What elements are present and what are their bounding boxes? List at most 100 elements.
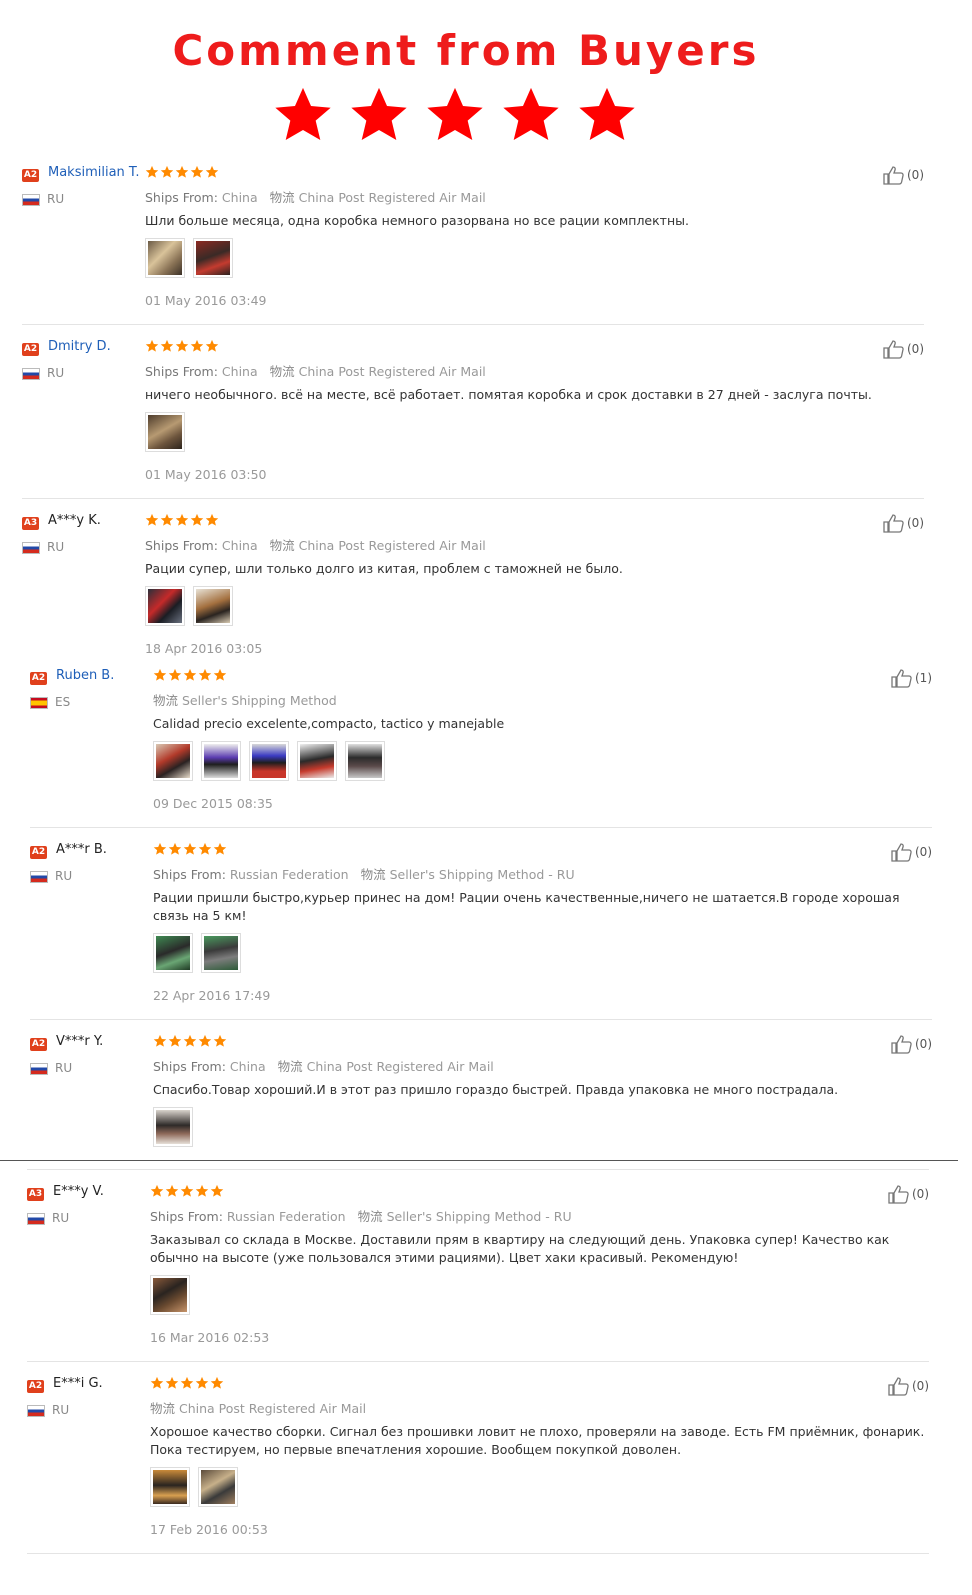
review-text: Шли больше месяца, одна коробка немного … <box>145 213 689 228</box>
ships-from-value: China <box>221 364 258 379</box>
shipping-info: Ships From: Russian Federation 物流 Seller'… <box>153 864 575 883</box>
like-button[interactable]: (0) <box>883 165 943 185</box>
star-icon <box>160 513 174 526</box>
ships-from-value: China <box>221 538 258 553</box>
rating-stars <box>153 1034 233 1050</box>
shipping-info: Ships From: China 物流 China Post Registere… <box>145 361 486 380</box>
rating-stars <box>145 513 225 529</box>
buyer-country: RU <box>47 366 65 380</box>
buyer-name[interactable]: Dmitry D. <box>48 339 111 354</box>
review-photo[interactable] <box>297 741 337 781</box>
ships-from-value: China <box>221 190 258 205</box>
star-icon <box>145 339 159 352</box>
star-icon <box>210 1184 224 1197</box>
review-photos <box>150 1467 238 1507</box>
review-photo[interactable] <box>145 586 185 626</box>
review-photo[interactable] <box>153 1107 193 1147</box>
star-icon <box>153 1034 167 1047</box>
star-icon <box>150 1376 164 1389</box>
section-divider <box>0 1160 958 1161</box>
review-photo[interactable] <box>145 238 185 278</box>
buyer-country: RU <box>47 192 65 206</box>
flag-icon <box>27 1405 45 1417</box>
flag-icon <box>22 368 40 380</box>
thumbs-up-icon <box>883 340 904 359</box>
ships-from-value: China <box>229 1059 266 1074</box>
star-icon <box>183 668 197 681</box>
like-button[interactable]: (0) <box>888 1184 948 1204</box>
flag-icon <box>30 1063 48 1075</box>
ships-from-value: Russian Federation <box>229 867 349 882</box>
like-count: (0) <box>912 1379 929 1393</box>
shipping-info: Ships From: China 物流 China Post Registere… <box>145 535 486 554</box>
review-photo[interactable] <box>345 741 385 781</box>
buyer-level-badge: A2 <box>22 169 39 182</box>
review-photo[interactable] <box>193 238 233 278</box>
like-count: (0) <box>907 168 924 182</box>
star-icon <box>213 1034 227 1047</box>
review-photo[interactable] <box>201 741 241 781</box>
star-icon <box>168 668 182 681</box>
logistics-label: 物流 <box>269 538 295 553</box>
review-photo[interactable] <box>150 1467 190 1507</box>
star-icon <box>180 1376 194 1389</box>
buyer-level-badge: A2 <box>22 343 39 356</box>
logistics-label: 物流 <box>269 190 295 205</box>
star-icon <box>195 1376 209 1389</box>
review-photo[interactable] <box>145 412 185 452</box>
logistics-label: 物流 <box>277 1059 303 1074</box>
buyer-name: A***r B. <box>56 842 107 857</box>
review-photo[interactable] <box>201 933 241 973</box>
review-text: Рации супер, шли только долго из китая, … <box>145 561 623 576</box>
flag-icon <box>30 697 48 709</box>
review-photo[interactable] <box>198 1467 238 1507</box>
like-count: (0) <box>912 1187 929 1201</box>
review-divider <box>27 1361 929 1362</box>
review-date: 17 Feb 2016 00:53 <box>150 1522 268 1537</box>
review-photos <box>153 741 385 781</box>
shipping-method: Seller's Shipping Method - RU <box>386 1209 572 1224</box>
big-star-icon <box>427 87 483 141</box>
review-divider <box>22 498 924 499</box>
shipping-method: Seller's Shipping Method <box>182 693 337 708</box>
review-text: Calidad precio excelente,compacto, tacti… <box>153 716 505 731</box>
star-icon <box>195 1184 209 1197</box>
buyer-name[interactable]: Maksimilian T. <box>48 165 139 180</box>
star-icon <box>205 339 219 352</box>
like-button[interactable]: (0) <box>883 339 943 359</box>
buyer-name: E***i G. <box>53 1376 103 1391</box>
review-photo[interactable] <box>153 741 193 781</box>
like-button[interactable]: (0) <box>891 1034 951 1054</box>
shipping-info: 物流 China Post Registered Air Mail <box>150 1398 366 1417</box>
logistics-label: 物流 <box>269 364 295 379</box>
like-button[interactable]: (0) <box>891 842 951 862</box>
shipping-method: China Post Registered Air Mail <box>306 1059 494 1074</box>
star-icon <box>165 1184 179 1197</box>
star-icon <box>198 1034 212 1047</box>
star-icon <box>153 842 167 855</box>
rating-stars <box>150 1184 230 1200</box>
star-icon <box>205 513 219 526</box>
ships-from-label: Ships From: <box>153 1059 226 1074</box>
buyer-name[interactable]: Ruben B. <box>56 668 114 683</box>
review-date: 09 Dec 2015 08:35 <box>153 796 273 811</box>
star-icon <box>165 1376 179 1389</box>
banner-stars <box>268 84 658 144</box>
review-photos <box>150 1275 190 1315</box>
like-button[interactable]: (1) <box>891 668 951 688</box>
star-icon <box>183 1034 197 1047</box>
like-button[interactable]: (0) <box>883 513 943 533</box>
shipping-info: Ships From: China 物流 China Post Registere… <box>145 187 486 206</box>
ships-from-label: Ships From: <box>145 190 218 205</box>
like-count: (1) <box>915 671 932 685</box>
buyer-name: A***y K. <box>48 513 101 528</box>
like-button[interactable]: (0) <box>888 1376 948 1396</box>
thumbs-up-icon <box>883 166 904 185</box>
buyer-level-badge: A2 <box>30 672 47 685</box>
star-icon <box>160 339 174 352</box>
review-photo[interactable] <box>249 741 289 781</box>
review-photo[interactable] <box>193 586 233 626</box>
ships-from-value: Russian Federation <box>226 1209 346 1224</box>
review-photo[interactable] <box>153 933 193 973</box>
review-photo[interactable] <box>150 1275 190 1315</box>
